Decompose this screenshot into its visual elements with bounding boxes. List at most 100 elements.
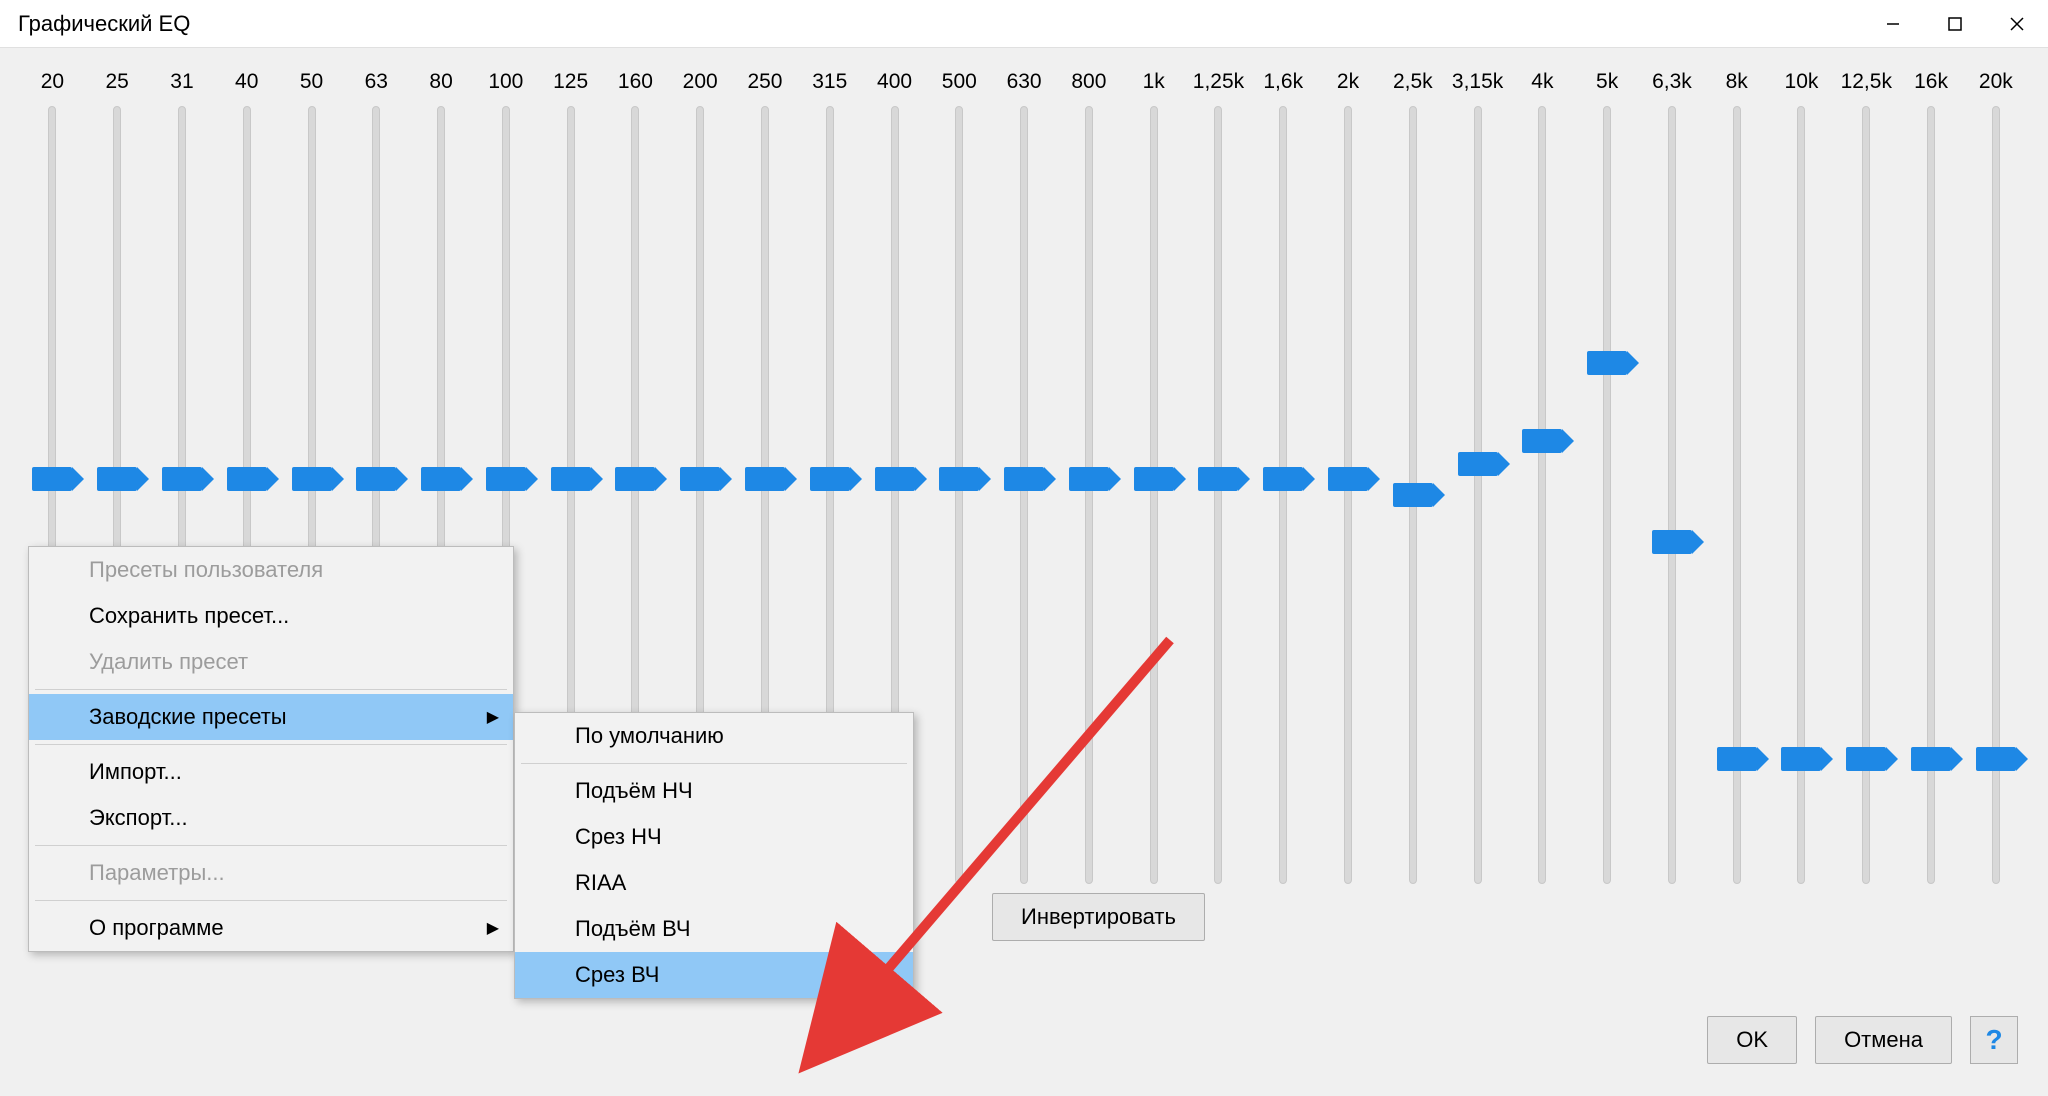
eq-slider[interactable]	[1704, 106, 1769, 884]
slider-thumb[interactable]	[939, 467, 979, 491]
menu-item-label: Экспорт...	[89, 805, 188, 830]
menu-item[interactable]: Импорт...	[29, 749, 513, 795]
menu-item[interactable]: Срез НЧ	[515, 814, 913, 860]
slider-thumb[interactable]	[551, 467, 591, 491]
slider-track	[1150, 106, 1158, 884]
menu-item-label: О программе	[89, 915, 224, 940]
slider-thumb[interactable]	[32, 467, 72, 491]
menu-item[interactable]: Заводские пресеты▶	[29, 694, 513, 740]
frequency-label: 125	[538, 70, 603, 94]
close-icon	[2009, 16, 2025, 32]
frequency-label: 500	[927, 70, 992, 94]
menu-item[interactable]: Срез ВЧ	[515, 952, 913, 998]
slider-thumb[interactable]	[421, 467, 461, 491]
menu-item[interactable]: О программе ▶	[29, 905, 513, 951]
menu-item-label: RIAA	[575, 870, 626, 895]
frequency-label: 200	[668, 70, 733, 94]
slider-thumb[interactable]	[97, 467, 137, 491]
frequency-label: 8k	[1704, 70, 1769, 94]
slider-thumb[interactable]	[1393, 483, 1433, 507]
menu-item-label: Сохранить пресет...	[89, 603, 289, 628]
menu-item-label: Удалить пресет	[89, 649, 248, 674]
slider-thumb[interactable]	[1134, 467, 1174, 491]
eq-slider[interactable]	[1380, 106, 1445, 884]
menu-item: Пресеты пользователя	[29, 547, 513, 593]
slider-thumb[interactable]	[292, 467, 332, 491]
maximize-button[interactable]	[1924, 0, 1986, 47]
frequency-label: 5k	[1575, 70, 1640, 94]
slider-thumb[interactable]	[680, 467, 720, 491]
eq-slider[interactable]	[1963, 106, 2028, 884]
slider-thumb[interactable]	[875, 467, 915, 491]
slider-thumb[interactable]	[1069, 467, 1109, 491]
slider-track	[1344, 106, 1352, 884]
frequency-label: 630	[992, 70, 1057, 94]
menu-item[interactable]: Сохранить пресет...	[29, 593, 513, 639]
eq-slider[interactable]	[927, 106, 992, 884]
slider-thumb[interactable]	[356, 467, 396, 491]
menu-item-label: Срез НЧ	[575, 824, 662, 849]
menu-item[interactable]: Подъём ВЧ	[515, 906, 913, 952]
slider-thumb[interactable]	[1263, 467, 1303, 491]
eq-slider[interactable]	[1899, 106, 1964, 884]
slider-thumb[interactable]	[1846, 747, 1886, 771]
frequency-label: 10k	[1769, 70, 1834, 94]
close-button[interactable]	[1986, 0, 2048, 47]
eq-slider[interactable]	[1057, 106, 1122, 884]
slider-thumb[interactable]	[1458, 452, 1498, 476]
slider-thumb[interactable]	[1911, 747, 1951, 771]
eq-slider[interactable]	[992, 106, 1057, 884]
help-button[interactable]: ?	[1970, 1016, 2018, 1064]
chevron-right-icon: ▶	[487, 707, 499, 727]
slider-track	[955, 106, 963, 884]
slider-track	[1214, 106, 1222, 884]
cancel-button[interactable]: Отмена	[1815, 1016, 1952, 1064]
slider-thumb[interactable]	[745, 467, 785, 491]
eq-slider[interactable]	[1769, 106, 1834, 884]
invert-button[interactable]: Инвертировать	[992, 893, 1205, 941]
menu-separator	[35, 845, 507, 846]
slider-thumb[interactable]	[162, 467, 202, 491]
slider-track	[1409, 106, 1417, 884]
eq-slider[interactable]	[1251, 106, 1316, 884]
menu-item[interactable]: По умолчанию	[515, 713, 913, 759]
menu-item-label: Параметры...	[89, 860, 225, 885]
minimize-button[interactable]	[1862, 0, 1924, 47]
eq-slider[interactable]	[1834, 106, 1899, 884]
slider-thumb[interactable]	[810, 467, 850, 491]
frequency-label: 40	[214, 70, 279, 94]
slider-thumb[interactable]	[1328, 467, 1368, 491]
menu-item[interactable]: Подъём НЧ	[515, 768, 913, 814]
frequency-label: 3,15k	[1445, 70, 1510, 94]
eq-slider[interactable]	[1510, 106, 1575, 884]
slider-thumb[interactable]	[227, 467, 267, 491]
slider-track	[1538, 106, 1546, 884]
eq-slider[interactable]	[1445, 106, 1510, 884]
frequency-label: 63	[344, 70, 409, 94]
slider-thumb[interactable]	[615, 467, 655, 491]
slider-thumb[interactable]	[1004, 467, 1044, 491]
slider-thumb[interactable]	[1717, 747, 1757, 771]
window-controls	[1862, 0, 2048, 47]
frequency-label: 315	[797, 70, 862, 94]
eq-slider[interactable]	[1575, 106, 1640, 884]
ok-button[interactable]: OK	[1707, 1016, 1797, 1064]
factory-presets-submenu: По умолчанию Подъём НЧ Срез НЧ RIAA Подъём В…	[514, 712, 914, 999]
slider-thumb[interactable]	[1587, 351, 1627, 375]
slider-thumb[interactable]	[1781, 747, 1821, 771]
slider-thumb[interactable]	[1976, 747, 2016, 771]
menu-item[interactable]: Экспорт...	[29, 795, 513, 841]
eq-slider[interactable]	[1121, 106, 1186, 884]
slider-thumb[interactable]	[1522, 429, 1562, 453]
slider-thumb[interactable]	[1198, 467, 1238, 491]
slider-thumb[interactable]	[1652, 530, 1692, 554]
chevron-right-icon: ▶	[487, 918, 499, 938]
eq-slider[interactable]	[1316, 106, 1381, 884]
maximize-icon	[1947, 16, 1963, 32]
slider-thumb[interactable]	[486, 467, 526, 491]
menu-item[interactable]: RIAA	[515, 860, 913, 906]
frequency-label: 2k	[1316, 70, 1381, 94]
frequency-label: 160	[603, 70, 668, 94]
eq-slider[interactable]	[1186, 106, 1251, 884]
eq-slider[interactable]	[1640, 106, 1705, 884]
